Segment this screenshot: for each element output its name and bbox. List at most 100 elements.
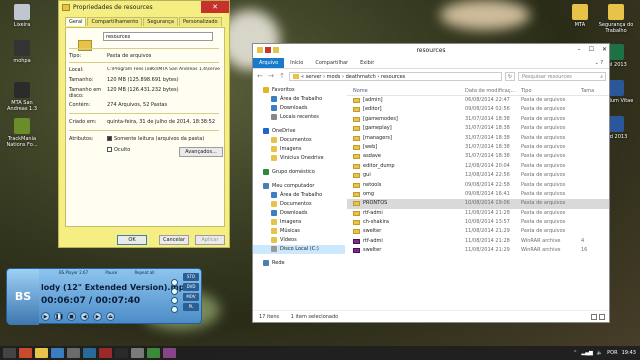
app-icon[interactable] — [115, 348, 128, 358]
details-view-icon[interactable] — [591, 314, 597, 320]
chevron-up-icon[interactable]: ⌃ — [573, 350, 577, 356]
app-icon[interactable] — [131, 348, 144, 358]
minimize-icon[interactable]: – — [578, 46, 581, 53]
player-side-button[interactable]: PL — [183, 303, 199, 311]
app-icon[interactable] — [83, 348, 96, 358]
ribbon-tab-compartilhar[interactable]: Compartilhar — [309, 58, 354, 68]
nav-item[interactable]: Favoritos — [253, 86, 345, 95]
cancel-button[interactable]: Cancelar — [159, 235, 189, 245]
next-icon[interactable]: ▶ — [93, 312, 102, 321]
ribbon-tab-exibir[interactable]: Exibir — [354, 58, 380, 68]
app-icon[interactable] — [163, 348, 176, 358]
desktop-icon[interactable]: MTA — [560, 4, 600, 28]
chrome-icon[interactable] — [19, 348, 32, 358]
volume-icon[interactable]: 🔈 — [597, 350, 603, 356]
breadcrumb-deathmatch[interactable]: deathmatch — [346, 74, 376, 80]
desktop-icon[interactable]: mohpa — [2, 40, 42, 64]
network-icon[interactable]: ▂▄▆ — [581, 350, 593, 356]
column-size[interactable]: Tama — [581, 86, 605, 95]
dialog-titlebar[interactable]: Propriedades de resources ✕ — [59, 1, 229, 15]
app-icon[interactable] — [99, 348, 112, 358]
volume-up-icon[interactable] — [171, 279, 178, 286]
file-row[interactable]: [managers] 31/07/2014 18:38 Pasta de arqui… — [347, 134, 609, 143]
file-row[interactable]: [gameplay] 31/07/2014 18:38 Pasta de arqui… — [347, 124, 609, 133]
breadcrumb-server[interactable]: server — [306, 74, 322, 80]
desktop-icon[interactable]: Lixeira — [2, 4, 42, 28]
file-row[interactable]: swelter 11/08/2014 21:29 Pasta de arquivos — [347, 227, 609, 236]
nav-item[interactable]: Vídeos — [253, 236, 345, 245]
file-row[interactable]: gui 12/08/2014 22:56 Pasta de arquivos — [347, 171, 609, 180]
explorer-titlebar[interactable]: resources – ☐ ✕ — [253, 44, 609, 58]
file-row[interactable]: swelter 11/08/2014 21:29 WinRAR archive 16 — [347, 246, 609, 255]
nav-item[interactable]: Vinicius Onedrive — [253, 154, 345, 163]
file-row[interactable]: [admin] 06/08/2014 22:47 Pasta de arquivos — [347, 96, 609, 105]
nav-item[interactable]: Imagens — [253, 145, 345, 154]
breadcrumb-resources[interactable]: resources — [381, 74, 405, 80]
nav-item[interactable]: Rede — [253, 259, 345, 268]
file-row[interactable]: editor_dump 12/08/2014 20:04 Pasta de arqu… — [347, 162, 609, 171]
apply-button[interactable]: Aplicar — [195, 235, 225, 245]
tab-compartilhamento[interactable]: Compartilhamento — [87, 17, 143, 26]
app-icon[interactable] — [67, 348, 80, 358]
nav-item[interactable]: OneDrive — [253, 127, 345, 136]
nav-item[interactable]: Área de Trabalho — [253, 191, 345, 200]
volume-down-icon[interactable] — [171, 288, 178, 295]
refresh-icon[interactable]: ↻ — [505, 71, 515, 81]
desktop-icon[interactable]: MTA San Andreas 1.3 — [2, 82, 42, 112]
tiles-view-icon[interactable] — [599, 314, 605, 320]
ribbon-tab-inicio[interactable]: Início — [284, 58, 309, 68]
pause-icon[interactable]: ❚❚ — [54, 312, 63, 321]
previous-icon[interactable]: ◀ — [80, 312, 89, 321]
nav-item[interactable]: Downloads — [253, 209, 345, 218]
player-side-button[interactable]: MOV — [183, 293, 199, 301]
nav-item[interactable]: Disco Local (C:) — [253, 245, 345, 254]
search-input[interactable]: Pesquisar resources ⌕ — [518, 71, 606, 81]
player-side-button[interactable]: STO — [183, 273, 199, 281]
file-row[interactable]: rtf-admi 11/08/2014 21:28 Pasta de arquivo… — [347, 209, 609, 218]
column-name[interactable]: Nome — [347, 86, 465, 95]
app-icon[interactable] — [147, 348, 160, 358]
nav-item[interactable]: Área de Trabalho — [253, 95, 345, 104]
nav-item[interactable]: Documentos — [253, 200, 345, 209]
start-icon[interactable] — [3, 348, 16, 358]
file-row[interactable]: [gamemodes] 31/07/2014 18:38 Pasta de arqu… — [347, 115, 609, 124]
tab-seguranca[interactable]: Segurança — [143, 17, 178, 26]
up-icon[interactable]: ↑ — [278, 72, 286, 80]
eject-icon[interactable]: ⏏ — [106, 312, 115, 321]
address-bar[interactable]: « server › mods › deathmatch › resources — [289, 71, 502, 81]
ribbon-tab-arquivo[interactable]: Arquivo — [253, 58, 285, 68]
properties-dialog[interactable]: Propriedades de resources ✕ Geral Compar… — [58, 0, 230, 248]
column-date[interactable]: Data de modificaç... — [465, 86, 521, 95]
file-row[interactable]: ch-shakira 10/08/2014 13:57 Pasta de arqui… — [347, 218, 609, 227]
folder-name-input[interactable]: resources — [103, 32, 213, 41]
language-indicator[interactable]: POR — [607, 350, 617, 356]
stop-icon[interactable]: ■ — [67, 312, 76, 321]
close-icon[interactable]: ✕ — [602, 46, 607, 53]
column-type[interactable]: Tipo — [521, 86, 581, 95]
readonly-checkbox[interactable] — [107, 136, 112, 141]
play-icon[interactable]: ▶ — [41, 312, 50, 321]
nav-item[interactable]: Músicas — [253, 227, 345, 236]
tab-geral[interactable]: Geral — [65, 17, 87, 26]
advanced-button[interactable]: Avançados... — [179, 147, 223, 157]
app-icon[interactable] — [51, 348, 64, 358]
mute-icon[interactable] — [171, 297, 178, 304]
nav-item[interactable]: Documentos — [253, 136, 345, 145]
nav-item[interactable]: Meu computador — [253, 182, 345, 191]
file-row[interactable]: PRONTOS 10/08/2014 19:06 Pasta de arquivos — [347, 199, 609, 209]
nav-item[interactable]: Downloads — [253, 104, 345, 113]
file-explorer-window[interactable]: resources – ☐ ✕ Arquivo Início Compartil… — [252, 43, 610, 323]
desktop-icon[interactable]: TrackMania Nations Fo... — [2, 118, 42, 148]
file-row[interactable]: [editor] 09/08/2014 02:56 Pasta de arquivo… — [347, 105, 609, 114]
file-row[interactable]: omg 09/08/2014 16:41 Pasta de arquivos — [347, 190, 609, 199]
file-row[interactable]: [web] 31/07/2014 18:38 Pasta de arquivos — [347, 143, 609, 152]
explorer-icon[interactable] — [35, 348, 48, 358]
hidden-checkbox[interactable] — [107, 147, 112, 152]
breadcrumb-mods[interactable]: mods — [327, 74, 341, 80]
clock[interactable]: 19:43 — [622, 350, 636, 356]
player-side-button[interactable]: DVD — [183, 283, 199, 291]
back-icon[interactable]: ← — [256, 72, 264, 80]
forward-icon[interactable]: → — [267, 72, 275, 80]
maximize-icon[interactable]: ☐ — [589, 46, 594, 53]
file-row[interactable]: asdave 31/07/2014 18:38 Pasta de arquivos — [347, 152, 609, 161]
